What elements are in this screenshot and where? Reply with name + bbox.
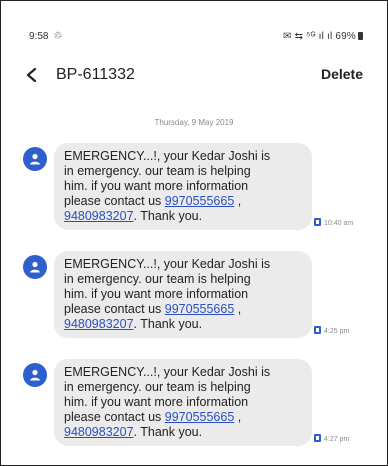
message-text: please contact us: [64, 410, 165, 424]
screenshot-frame: 9:58 ♲ ✉ ⇆ ⁵ᴳ ıl ıl 69% BP-611332 Delete …: [0, 0, 388, 466]
message-line: him. if you want more information: [64, 287, 249, 301]
message-line: him. if you want more information: [64, 179, 249, 193]
sender-avatar[interactable]: [23, 363, 47, 387]
sync-icon: ♲: [53, 31, 63, 42]
message-line: please contact us 9970555665 ,: [64, 410, 312, 425]
message-meta: 4:27 pm: [314, 434, 349, 443]
message-meta: 4:25 pm: [314, 326, 349, 335]
person-icon: [30, 261, 40, 273]
message-time: 4:27 pm: [324, 436, 350, 443]
phone-number-link[interactable]: 9480983207: [64, 209, 134, 223]
sender-avatar[interactable]: [23, 255, 47, 279]
message-line: in emergency. our team is helping: [64, 164, 251, 178]
phone-number-link[interactable]: 9970555665: [165, 302, 235, 316]
status-time-group: 9:58 ♲: [29, 31, 62, 42]
back-chevron-icon[interactable]: [25, 67, 39, 83]
person-icon: [30, 369, 40, 381]
message-line: him. if you want more information: [64, 395, 249, 409]
status-bar: 9:58 ♲ ✉ ⇆ ⁵ᴳ ıl ıl 69%: [1, 1, 387, 42]
message-line: in emergency. our team is helping: [64, 272, 251, 286]
message-item: EMERGENCY...!, your Kedar Joshi is in em…: [1, 251, 387, 351]
message-line: 9480983207. Thank you.: [64, 425, 312, 440]
message-time: 10:40 am: [324, 220, 354, 227]
message-text: ,: [234, 194, 242, 208]
phone-number-link[interactable]: 9480983207: [64, 317, 134, 331]
status-indicators: ✉ ⇆ ⁵ᴳ ıl ıl 69%: [283, 31, 363, 42]
message-bubble[interactable]: EMERGENCY...!, your Kedar Joshi is in em…: [54, 143, 312, 230]
message-line: please contact us 9970555665 ,: [64, 302, 312, 317]
message-meta: 10:40 am: [314, 218, 353, 227]
message-text: please contact us: [64, 302, 165, 316]
sender-avatar[interactable]: [23, 147, 47, 171]
phone-number-link[interactable]: 9970555665: [165, 194, 235, 208]
message-bubble[interactable]: EMERGENCY...!, your Kedar Joshi is in em…: [54, 359, 312, 446]
message-line: EMERGENCY...!, your Kedar Joshi is: [64, 365, 271, 379]
conversation-title: BP-611332: [56, 66, 135, 83]
status-time: 9:58: [29, 31, 49, 42]
message-bubble[interactable]: EMERGENCY...!, your Kedar Joshi is in em…: [54, 251, 312, 338]
sim-card-icon: [314, 326, 321, 334]
sim-card-icon: [314, 434, 321, 442]
message-line: 9480983207. Thank you.: [64, 317, 312, 332]
message-item: EMERGENCY...!, your Kedar Joshi is in em…: [1, 143, 387, 243]
phone-number-link[interactable]: 9480983207: [64, 425, 134, 439]
message-text: please contact us: [64, 194, 165, 208]
phone-number-link[interactable]: 9970555665: [165, 410, 235, 424]
message-text: ,: [234, 302, 242, 316]
message-line: in emergency. our team is helping: [64, 380, 251, 394]
date-separator: Thursday, 9 May 2019: [154, 118, 234, 127]
message-text: ,: [234, 410, 242, 424]
message-line: please contact us 9970555665 ,: [64, 194, 312, 209]
person-icon: [30, 153, 40, 165]
battery-icon: [358, 32, 363, 40]
status-indicators-text: ✉ ⇆ ⁵ᴳ ıl ıl 69%: [283, 31, 356, 42]
delete-button[interactable]: Delete: [321, 66, 363, 82]
sim-card-icon: [314, 218, 321, 226]
message-item: EMERGENCY...!, your Kedar Joshi is in em…: [1, 359, 387, 459]
message-time: 4:25 pm: [324, 328, 350, 335]
message-line: EMERGENCY...!, your Kedar Joshi is: [64, 257, 271, 271]
message-line: EMERGENCY...!, your Kedar Joshi is: [64, 149, 271, 163]
message-text: . Thank you.: [133, 425, 203, 439]
message-line: 9480983207. Thank you.: [64, 209, 312, 224]
conversation-header: BP-611332 Delete: [1, 59, 387, 95]
message-text: . Thank you.: [133, 317, 203, 331]
message-text: . Thank you.: [133, 209, 203, 223]
